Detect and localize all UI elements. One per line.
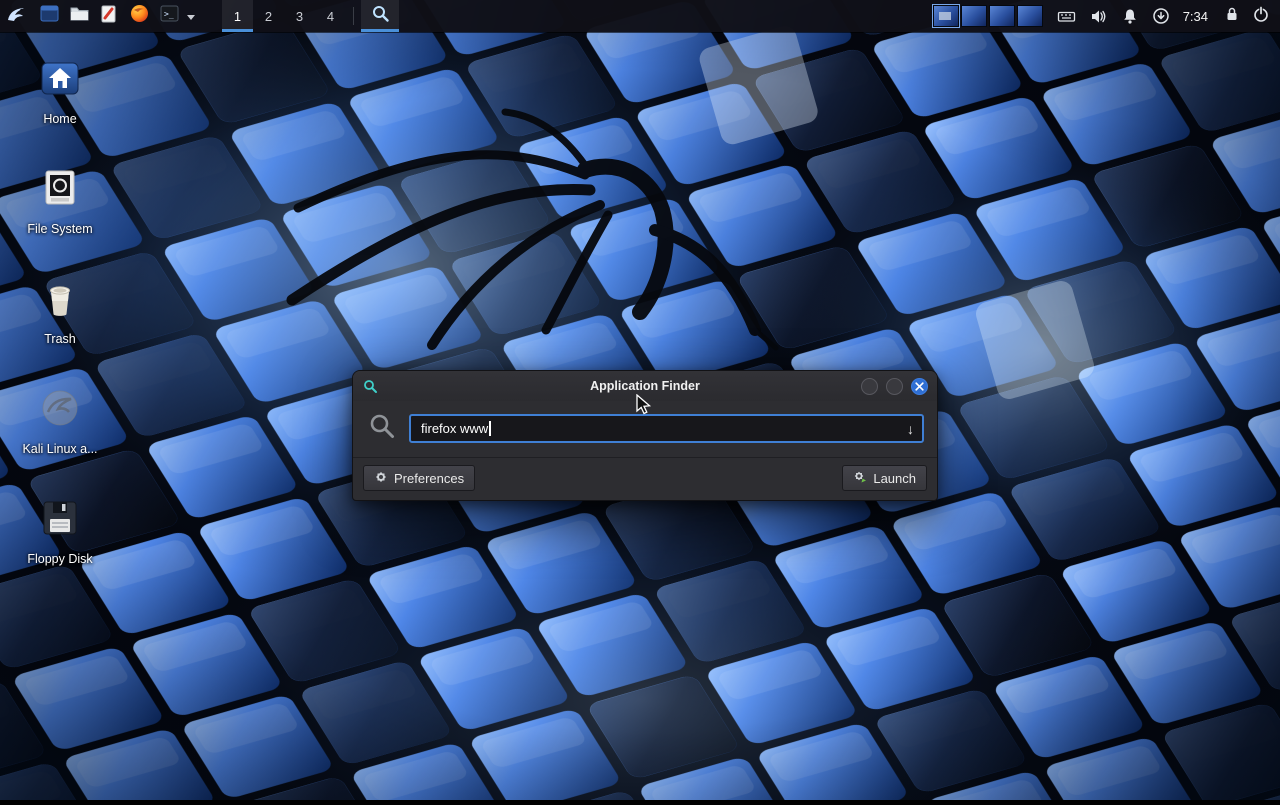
workspace-button-2[interactable]: 2 [253,0,284,32]
search-input[interactable]: firefox www ↓ [409,414,924,443]
lock-screen-icon[interactable] [1223,5,1241,28]
kali-logo-icon [6,3,28,30]
dropdown-arrow-icon[interactable]: ↓ [907,422,914,436]
desktop-icon-label: Kali Linux a... [22,442,97,456]
firefox-icon [129,3,150,29]
workspace-button-4[interactable]: 4 [315,0,346,32]
power-logout-icon[interactable] [1252,5,1270,28]
svg-text:>_: >_ [164,10,174,19]
pager-workspace-2[interactable] [961,5,987,27]
kali-menu-button[interactable] [0,0,34,32]
close-button[interactable] [911,378,928,395]
top-panel: >_ 1 2 3 4 [0,0,1280,32]
trash-can-icon [38,276,82,325]
gear-icon [374,470,388,487]
application-finder-icon [363,379,378,394]
taskbar-application-finder[interactable] [361,0,399,32]
workspace-label: 3 [296,9,303,24]
launch-button-label: Launch [873,471,916,486]
launch-button[interactable]: Launch [842,465,927,491]
pager-workspace-4[interactable] [1017,5,1043,27]
pager-window-preview [939,12,951,20]
workspace-button-1[interactable]: 1 [222,0,253,32]
workspace-label: 2 [265,9,272,24]
search-icon [368,412,396,445]
close-icon [915,382,924,391]
keyboard-icon[interactable] [1057,7,1076,26]
kali-disc-icon [38,386,82,435]
text-editor-icon [99,4,119,29]
home-folder-icon [38,56,82,105]
chevron-down-icon [187,7,195,25]
maximize-button[interactable] [886,378,903,395]
pager-workspace-1[interactable] [933,5,959,27]
text-caret [489,421,491,436]
launcher-files[interactable] [34,0,64,32]
workspace-label: 4 [327,9,334,24]
volume-icon[interactable] [1089,7,1108,26]
preferences-button-label: Preferences [394,471,464,486]
desktop-icon-label: File System [27,222,92,236]
window-title: Application Finder [353,379,937,393]
launcher-dropdown-button[interactable] [184,0,198,32]
launcher-text-editor[interactable] [94,0,124,32]
preferences-button[interactable]: Preferences [363,465,475,491]
search-input-text: firefox www [421,421,488,436]
desktop-icon-kali-linux[interactable]: Kali Linux a... [12,386,108,456]
desktop-icon-label: Trash [44,332,76,346]
workspace-switcher: 1 2 3 4 [222,0,346,32]
desktop-icon-label: Floppy Disk [27,552,92,566]
file-system-drive-icon [38,166,82,215]
files-icon [39,3,60,29]
application-finder-task-icon [371,4,390,28]
panel-clock[interactable]: 7:34 [1183,0,1208,32]
desktop-icon-column: Home File System Trash [12,56,108,606]
floppy-disk-icon [38,496,82,545]
workspace-button-3[interactable]: 3 [284,0,315,32]
desktop-icon-home[interactable]: Home [12,56,108,126]
workspace-pager [933,0,1043,32]
pager-workspace-3[interactable] [989,5,1015,27]
tray-status-icon[interactable] [1152,7,1170,25]
minimize-button[interactable] [861,378,878,395]
launch-icon [853,470,867,487]
system-tray [1057,0,1170,32]
desktop-icon-trash[interactable]: Trash [12,276,108,346]
desktop-icon-floppy-disk[interactable]: Floppy Disk [12,496,108,566]
folder-icon [69,3,90,29]
application-finder-window: Application Finder firefox www ↓ [352,370,938,501]
launcher-firefox[interactable] [124,0,154,32]
notifications-bell-icon[interactable] [1121,7,1139,25]
workspace-label: 1 [234,9,241,24]
launcher-file-manager[interactable] [64,0,94,32]
terminal-icon: >_ [159,3,180,29]
panel-separator [353,7,354,25]
mouse-cursor [636,394,656,421]
clock-text: 7:34 [1183,9,1208,24]
desktop-icon-file-system[interactable]: File System [12,166,108,236]
desktop-icon-label: Home [43,112,76,126]
launcher-terminal[interactable]: >_ [154,0,184,32]
